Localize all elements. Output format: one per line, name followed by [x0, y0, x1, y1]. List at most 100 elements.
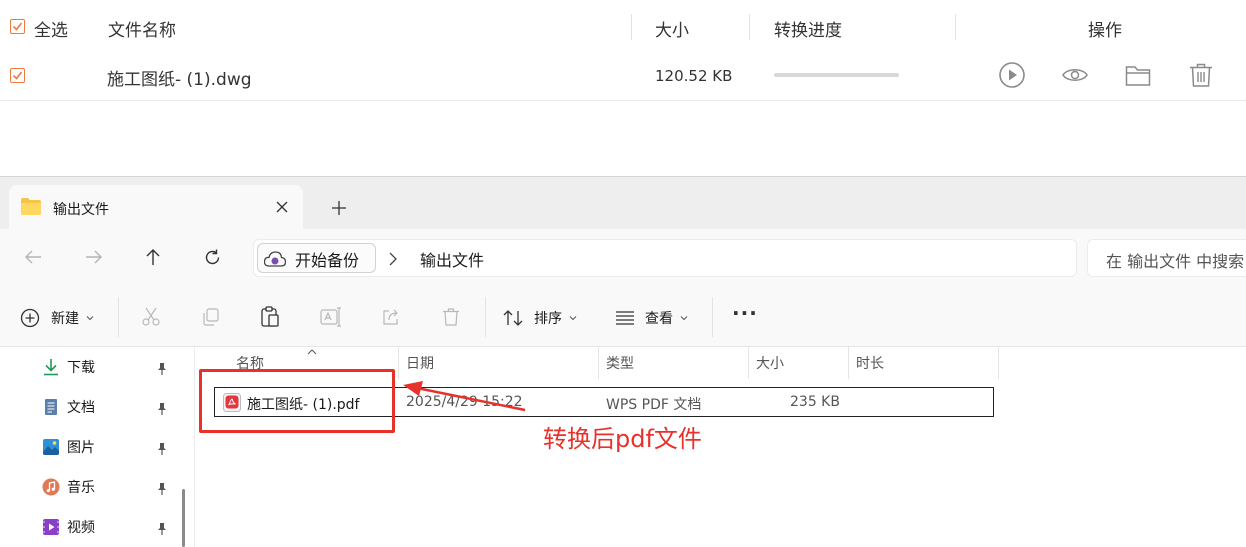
back-arrow-icon[interactable]: [24, 249, 42, 269]
row-file-name: 施工图纸- (1).dwg: [107, 70, 252, 90]
sidebar: 下载 文档 图片 音乐 视频: [0, 347, 195, 547]
eye-icon[interactable]: [1061, 61, 1089, 89]
refresh-icon[interactable]: [204, 249, 221, 270]
chevron-down-icon: [86, 316, 94, 321]
row-file-size: 120.52 KB: [655, 67, 733, 85]
select-all-checkbox[interactable]: [10, 19, 25, 34]
column-header-duration[interactable]: 时长: [856, 353, 884, 373]
column-divider: [398, 347, 399, 379]
column-header-type[interactable]: 类型: [606, 353, 634, 373]
breadcrumb-current[interactable]: 输出文件: [420, 247, 484, 271]
new-button[interactable]: 新建: [20, 307, 95, 329]
column-divider: [749, 14, 750, 40]
chevron-right-icon: [388, 251, 398, 270]
cut-icon[interactable]: [141, 307, 161, 331]
sidebar-item-label: 音乐: [67, 480, 95, 496]
breadcrumb-root[interactable]: 开始备份: [257, 243, 376, 273]
folder-icon: [21, 198, 41, 219]
view-button-label: 查看: [645, 311, 673, 327]
file-size: 235 KB: [790, 394, 840, 410]
size-header: 大小: [655, 21, 689, 41]
forward-arrow-icon[interactable]: [85, 249, 103, 269]
close-icon[interactable]: [275, 199, 289, 218]
navigation-bar: 开始备份 输出文件 在 输出文件 中搜索: [0, 229, 1246, 287]
row-progress-bar: [774, 73, 899, 77]
view-button[interactable]: 查看: [615, 307, 689, 329]
sidebar-item-label: 下载: [67, 360, 95, 376]
new-tab-icon[interactable]: [331, 200, 347, 220]
sidebar-item-downloads[interactable]: 下载: [42, 355, 95, 379]
share-icon[interactable]: [381, 307, 401, 331]
chevron-down-icon: [569, 316, 577, 321]
address-bar[interactable]: 开始备份 输出文件: [253, 239, 1077, 277]
video-icon: [43, 519, 59, 535]
download-icon: [44, 359, 58, 376]
select-all-label[interactable]: 全选: [34, 16, 68, 41]
rename-icon[interactable]: [320, 307, 342, 331]
actions-header: 操作: [1088, 21, 1122, 41]
search-placeholder: 在 输出文件 中搜索: [1106, 252, 1245, 271]
search-box[interactable]: 在 输出文件 中搜索: [1087, 239, 1246, 277]
annotation-arrow-icon: [403, 381, 526, 412]
pin-icon[interactable]: [155, 521, 169, 540]
tab-bar: 输出文件: [0, 177, 1246, 229]
column-divider: [998, 347, 999, 379]
sidebar-item-label: 图片: [67, 440, 95, 456]
pin-icon[interactable]: [155, 361, 169, 380]
sort-button[interactable]: 排序: [503, 307, 578, 329]
column-divider: [748, 347, 749, 379]
play-icon[interactable]: [998, 61, 1026, 89]
view-list-icon: [616, 311, 634, 325]
command-divider: [118, 297, 119, 337]
sidebar-item-videos[interactable]: 视频: [42, 515, 95, 539]
command-divider: [485, 297, 486, 337]
highlight-box: [199, 369, 395, 433]
annotation-label: 转换后pdf文件: [543, 425, 702, 453]
music-icon: [42, 478, 60, 496]
command-divider: [712, 297, 713, 337]
column-divider: [848, 347, 849, 379]
plus-circle-icon: [20, 308, 40, 328]
sidebar-item-pictures[interactable]: 图片: [42, 435, 95, 459]
sidebar-scrollbar[interactable]: [182, 489, 185, 547]
file-type: WPS PDF 文档: [606, 397, 702, 413]
progress-header: 转换进度: [774, 21, 842, 41]
sidebar-item-documents[interactable]: 文档: [42, 395, 95, 419]
column-header-date[interactable]: 日期: [406, 353, 434, 373]
folder-icon[interactable]: [1124, 61, 1152, 89]
trash-icon[interactable]: [1187, 61, 1215, 89]
sort-button-label: 排序: [534, 311, 562, 327]
sort-chevron-up-icon: [306, 341, 318, 360]
new-button-label: 新建: [51, 311, 79, 327]
pin-icon[interactable]: [155, 401, 169, 420]
sort-icon: [503, 310, 523, 326]
document-icon: [45, 399, 57, 415]
cloud-backup-icon: [263, 250, 287, 272]
command-bar: 新建 排序 查看 ···: [0, 287, 1246, 347]
sidebar-item-label: 文档: [67, 400, 95, 416]
converter-file-list: 全选 文件名称 大小 转换进度 操作 施工图纸- (1).dwg 120.52 …: [0, 0, 1246, 101]
column-divider: [598, 347, 599, 379]
explorer-content: 下载 文档 图片 音乐 视频 名称 日期 类型 大小 时长 施工图纸- (1).…: [0, 347, 1246, 547]
sidebar-item-music[interactable]: 音乐: [42, 475, 95, 499]
breadcrumb-root-label: 开始备份: [295, 251, 360, 270]
copy-icon[interactable]: [201, 307, 221, 331]
row-divider: [0, 100, 1246, 101]
up-arrow-icon[interactable]: [145, 248, 161, 270]
sidebar-item-label: 视频: [67, 520, 95, 536]
file-name-header: 文件名称: [108, 21, 176, 41]
column-divider: [955, 14, 956, 40]
paste-icon[interactable]: [260, 306, 280, 332]
file-explorer-window: 输出文件 开始备份 输出文件 在 输出文件 中搜索 新建 排序 查看 ··· 下…: [0, 176, 1246, 547]
row-checkbox[interactable]: [10, 68, 25, 83]
pin-icon[interactable]: [155, 481, 169, 500]
more-options-button[interactable]: ···: [732, 301, 758, 325]
delete-icon[interactable]: [441, 307, 461, 331]
picture-icon: [43, 439, 59, 455]
pin-icon[interactable]: [155, 441, 169, 460]
column-header-size[interactable]: 大小: [756, 353, 784, 373]
tab-title: 输出文件: [53, 202, 109, 218]
chevron-down-icon: [680, 316, 688, 321]
tab-output-folder[interactable]: 输出文件: [9, 185, 303, 229]
column-divider: [631, 14, 632, 40]
